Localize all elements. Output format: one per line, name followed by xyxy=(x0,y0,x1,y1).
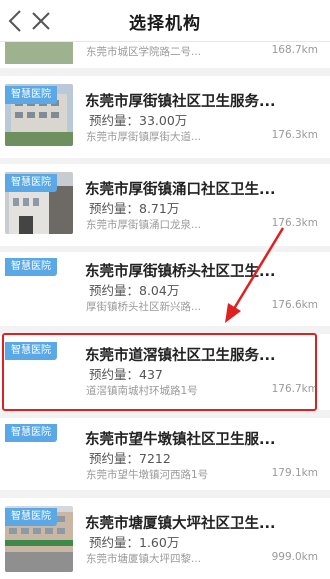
facility-name: 东莞市望牛墩镇社区卫生服... xyxy=(85,432,276,448)
facility-distance: 176.6km xyxy=(271,299,318,311)
list-item[interactable]: 智慧医院 东莞市厚街镇桥头社区卫生... 预约量：8.04万 厚街镇桥头社区新兴… xyxy=(0,252,330,326)
smart-hospital-badge: 智慧医院 xyxy=(5,342,57,360)
facility-name: 东莞市厚街镇社区卫生服务... xyxy=(85,94,276,110)
facility-address: 道滘镇南城村环城路1号 xyxy=(86,385,198,397)
list-item[interactable]: 智慧医院 东莞市望牛墩镇社区卫生服... 预约量：7212 东莞市望牛墩镇河西路… xyxy=(0,418,330,490)
appointment-volume: 预约量：8.04万 xyxy=(89,283,180,298)
smart-hospital-badge: 智慧医院 xyxy=(5,86,57,104)
page-title: 选择机构 xyxy=(129,14,201,34)
facility-name: 东莞市道滘镇社区卫生服务... xyxy=(85,348,276,364)
facility-name: 东莞市厚街镇涌口社区卫生... xyxy=(85,182,276,198)
facility-address: 东莞市厚街镇厚街大道... xyxy=(86,131,202,143)
list-item[interactable]: 智慧医院 东莞市厚街镇社区卫生服务... 预约量：33.00万 东莞市厚街镇厚街… xyxy=(0,76,330,158)
facility-distance: 176.7km xyxy=(271,383,318,395)
smart-hospital-badge: 智慧医院 xyxy=(5,174,57,192)
facility-address: 东莞市厚街镇涌口龙泉... xyxy=(86,219,202,231)
facility-distance: 176.3km xyxy=(271,129,318,141)
header-bar: 选择机构 xyxy=(0,0,330,42)
appointment-volume: 预约量：8.71万 xyxy=(89,201,180,216)
facility-address: 东莞市城区学院路二号... xyxy=(86,46,202,58)
list-item[interactable]: 智慧医院 东莞市塘厦镇大坪社区卫生... 预约量：1.60万 东莞市塘厦镇大坪四… xyxy=(0,498,330,579)
list-item[interactable]: 智慧医院 东莞市道滘镇社区卫生服务... 预约量：437 道滘镇南城村环城路1号… xyxy=(0,334,330,410)
facility-distance: 176.3km xyxy=(271,217,318,229)
appointment-volume: 预约量：33.00万 xyxy=(89,113,188,128)
list-item[interactable]: 智慧医院 东莞市厚街镇涌口社区卫生... 预约量：8.71万 东莞市厚街镇涌口龙… xyxy=(0,164,330,246)
facility-address: 厚街镇桥头社区新兴路... xyxy=(86,301,202,313)
facility-distance: 999.0km xyxy=(271,551,318,563)
smart-hospital-badge: 智慧医院 xyxy=(5,424,57,442)
facility-name: 东莞市塘厦镇大坪社区卫生... xyxy=(85,516,276,532)
appointment-volume: 预约量：7212 xyxy=(89,451,171,466)
facility-address: 东莞市望牛墩镇河西路1号 xyxy=(86,469,209,481)
page: 东莞市城区学院路二号... 168.7km 智慧医院 东莞市厚街镇社区卫生服务.… xyxy=(0,0,330,579)
facility-name: 东莞市厚街镇桥头社区卫生... xyxy=(85,264,276,280)
facility-distance: 168.7km xyxy=(271,44,318,56)
appointment-volume: 预约量：1.60万 xyxy=(89,535,180,550)
facility-address: 东莞市塘厦镇大坪四黎... xyxy=(86,553,202,565)
facility-distance: 179.1km xyxy=(271,467,318,479)
smart-hospital-badge: 智慧医院 xyxy=(5,258,57,276)
smart-hospital-badge: 智慧医院 xyxy=(5,508,57,526)
appointment-volume: 预约量：437 xyxy=(89,367,163,382)
